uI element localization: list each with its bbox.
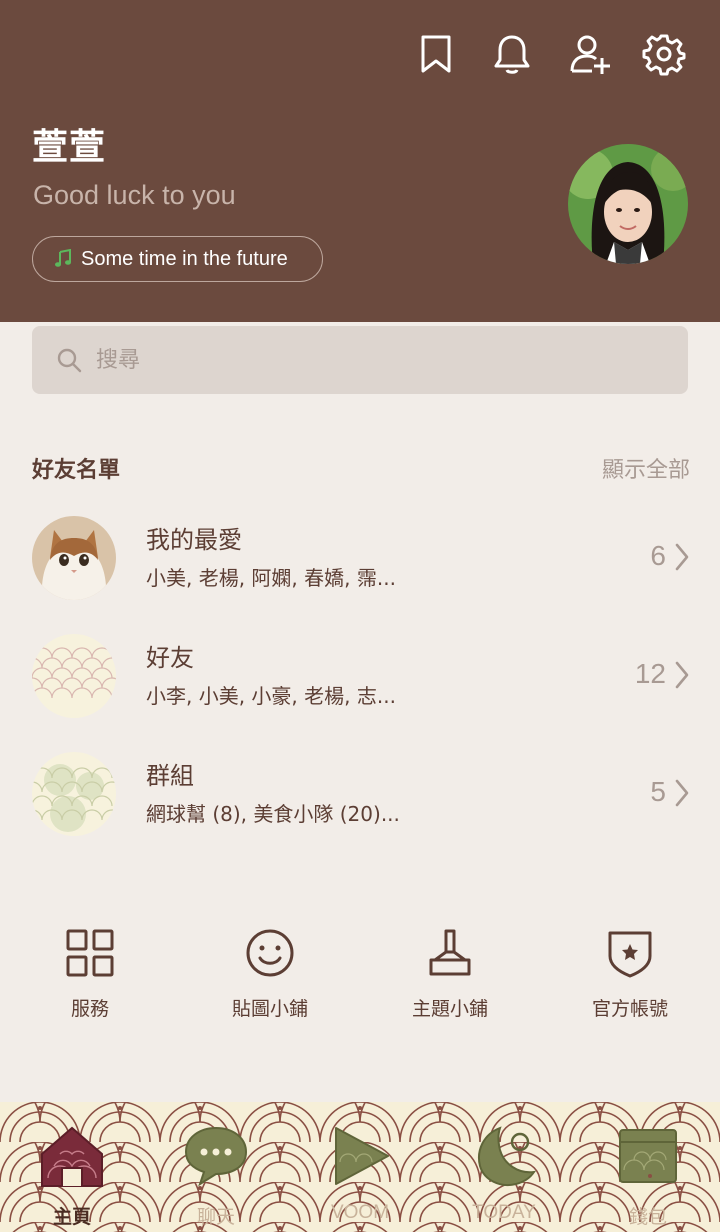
play-icon: [335, 1127, 389, 1185]
tab-home[interactable]: 主頁: [0, 1102, 144, 1232]
profile-header: 萱萱 Good luck to you Some time in the fut…: [0, 0, 720, 322]
tab-label: TODAY: [472, 1202, 536, 1223]
show-all-link[interactable]: 顯示全部: [602, 452, 690, 484]
tab-label: 錢包: [628, 1207, 667, 1228]
chevron-right-icon: [675, 543, 689, 571]
shield-star-icon: [608, 931, 652, 978]
row-subtitle: 小李, 小美, 小豪, 老楊, 志...: [146, 684, 396, 708]
row-subtitle: 小美, 老楊, 阿嫻, 春嬌, 霈...: [146, 566, 396, 590]
list-item-friends[interactable]: 好友 小李, 小美, 小豪, 老楊, 志... 12: [0, 634, 720, 744]
wallet-icon: [619, 1129, 677, 1183]
moon-icon: [478, 1126, 537, 1186]
wave-pattern-icon: [32, 752, 116, 836]
row-count: 12: [634, 658, 666, 689]
gear-icon[interactable]: [642, 32, 686, 76]
status-message[interactable]: Good luck to you: [33, 180, 236, 211]
tab-chats[interactable]: 聊天: [144, 1102, 288, 1232]
chevron-right-icon: [675, 779, 689, 807]
search-icon: [57, 348, 82, 373]
search-input[interactable]: [94, 346, 658, 374]
brush-icon: [429, 929, 471, 976]
chevron-right-icon: [675, 661, 689, 689]
smiley-icon: [246, 929, 294, 977]
row-subtitle: 網球幫 (8), 美食小隊 (20)...: [146, 802, 400, 826]
service-label: 官方帳號: [591, 998, 668, 1020]
music-title: Some time in the future: [81, 247, 288, 270]
service-label: 貼圖小鋪: [231, 998, 308, 1020]
wave-pattern-icon: [32, 634, 116, 718]
avatar[interactable]: [568, 144, 688, 264]
add-friend-icon[interactable]: [568, 32, 612, 76]
list-item-groups[interactable]: 群組 網球幫 (8), 美食小隊 (20)... 5: [0, 752, 720, 862]
tab-wallet[interactable]: 錢包: [576, 1102, 720, 1232]
row-title: 好友: [146, 644, 194, 672]
service-item[interactable]: 官方帳號: [550, 926, 710, 1021]
search-bar[interactable]: [32, 326, 688, 394]
service-label: 服務: [70, 998, 109, 1020]
row-count: 6: [650, 540, 666, 571]
music-pill[interactable]: Some time in the future: [32, 236, 323, 282]
home-icon: [41, 1126, 103, 1187]
tab-today[interactable]: TODAY: [432, 1102, 576, 1232]
tab-label: 主頁: [52, 1207, 91, 1228]
tab-voom[interactable]: VOOM: [288, 1102, 432, 1232]
music-note-icon: [55, 249, 71, 267]
bottom-tab-bar: 主頁 聊天 VOOM TODAY 錢包: [0, 1102, 720, 1232]
friends-section-title: 好友名單: [32, 458, 121, 483]
row-count: 5: [650, 776, 666, 807]
tab-label: 聊天: [196, 1207, 235, 1228]
tab-label: VOOM: [330, 1202, 390, 1223]
chat-bubble-icon: [184, 1126, 248, 1187]
service-item[interactable]: 主題小鋪: [370, 926, 530, 1021]
row-title: 我的最愛: [146, 526, 242, 554]
service-item[interactable]: 服務: [10, 926, 170, 1021]
grid-icon: [66, 929, 114, 977]
profile-name[interactable]: 萱萱: [32, 118, 106, 170]
bookmark-icon[interactable]: [414, 32, 458, 76]
bell-icon[interactable]: [490, 32, 534, 76]
list-item-favorites[interactable]: 我的最愛 小美, 老楊, 阿嫻, 春嬌, 霈... 6: [0, 516, 720, 626]
service-label: 主題小鋪: [411, 998, 488, 1020]
row-title: 群組: [146, 762, 194, 790]
services-row: 服務 貼圖小鋪 主題小鋪 官方帳號: [0, 926, 720, 1036]
cat-photo-icon: [32, 516, 116, 600]
service-item[interactable]: 貼圖小鋪: [190, 926, 350, 1021]
